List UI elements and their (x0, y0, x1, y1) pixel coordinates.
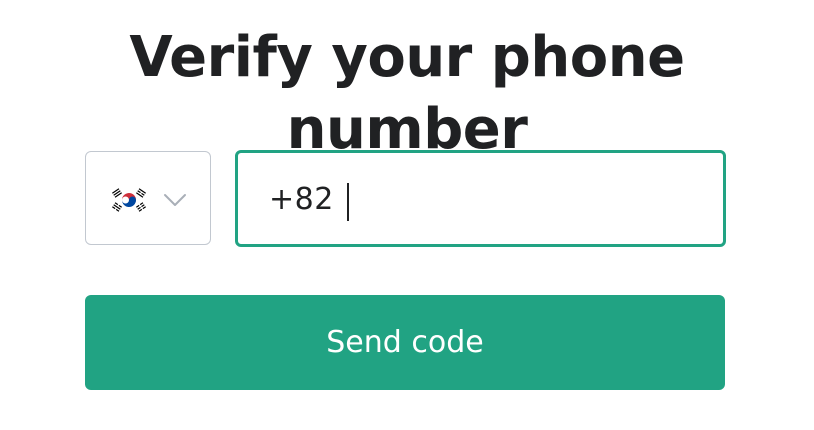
send-code-button[interactable]: Send code (85, 295, 725, 390)
page-title: Verify your phone number (129, 25, 685, 162)
phone-number-value: +82 (269, 182, 334, 217)
chevron-down-icon (164, 194, 186, 206)
south-korea-flag-icon (108, 186, 150, 214)
text-cursor (347, 183, 349, 221)
phone-number-input[interactable]: +82 (235, 150, 726, 247)
country-code-select[interactable] (85, 151, 211, 245)
